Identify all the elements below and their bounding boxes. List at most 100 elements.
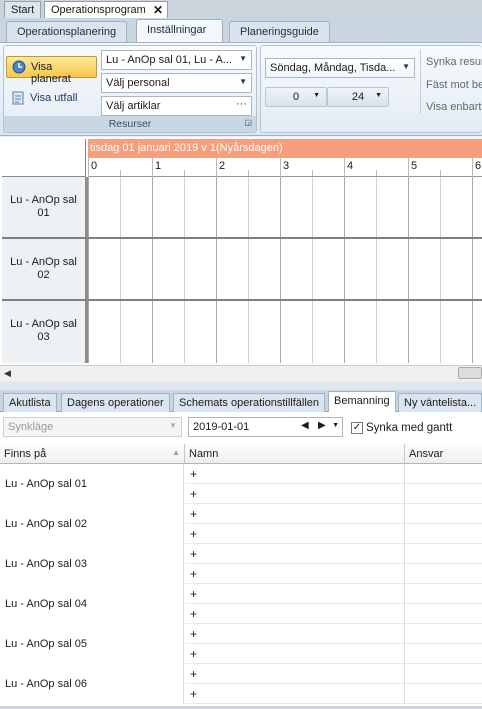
add-row-button[interactable]: + xyxy=(185,564,405,584)
to-hour-select[interactable]: 24 ▼ xyxy=(327,87,389,107)
tab-operationsplanering-label: Operationsplanering xyxy=(17,26,117,38)
close-icon[interactable]: ✕ xyxy=(153,3,163,17)
visa-utfall-button[interactable]: Visa utfall xyxy=(6,88,97,110)
table-row-group[interactable]: Lu - AnOp sal 04 + + xyxy=(0,584,482,624)
gantt-resource-row[interactable]: Lu - AnOp sal 02 xyxy=(2,239,88,301)
column-header-ansvar[interactable]: Ansvar xyxy=(405,444,482,464)
add-row-button[interactable]: + xyxy=(185,584,405,604)
add-row-button[interactable]: + xyxy=(185,464,405,484)
table-row-group[interactable]: Lu - AnOp sal 06 + + xyxy=(0,664,482,704)
table-row-group[interactable]: Lu - AnOp sal 02 + + xyxy=(0,504,482,544)
tab-installningar[interactable]: Inställningar xyxy=(136,19,223,43)
resource-label: Lu - AnOp sal xyxy=(10,194,77,206)
ansvar-cell[interactable] xyxy=(405,524,482,544)
ellipsis-icon[interactable]: ··· xyxy=(236,98,247,110)
date-value: 2019-01-01 xyxy=(193,421,250,433)
add-row-button[interactable]: + xyxy=(185,624,405,644)
synka-resurser-label[interactable]: Synka resur xyxy=(426,56,482,68)
gantt-resource-row[interactable]: Lu - AnOp sal 03 xyxy=(2,301,88,363)
column-header-namn[interactable]: Namn xyxy=(185,444,405,464)
scrollbar-thumb[interactable] xyxy=(458,367,482,379)
ansvar-cell[interactable] xyxy=(405,664,482,684)
group-name: Lu - AnOp sal 02 xyxy=(0,504,184,544)
group-name: Lu - AnOp sal 05 xyxy=(0,624,184,664)
resource-select-value: Lu - AnOp sal 01, Lu - A... xyxy=(106,54,232,66)
hour-label: 1 xyxy=(155,160,162,172)
add-row-button[interactable]: + xyxy=(185,484,405,504)
tab-schemats-operationstillfallen[interactable]: Schemats operationstillfällen xyxy=(173,393,326,412)
checkbox-icon[interactable]: ✓ xyxy=(351,422,363,434)
resource-number: 03 xyxy=(37,331,50,343)
add-row-button[interactable]: + xyxy=(185,684,405,704)
from-hour-select[interactable]: 0 ▼ xyxy=(265,87,327,107)
tab-operationsprogram[interactable]: Operationsprogram ✕ xyxy=(44,1,168,18)
ansvar-cell[interactable] xyxy=(405,544,482,564)
visa-planerat-button[interactable]: Visa planerat xyxy=(6,56,97,85)
resource-select[interactable]: Lu - AnOp sal 01, Lu - A... ▼ xyxy=(101,50,252,70)
tab-planeringsguide[interactable]: Planeringsguide xyxy=(229,21,330,42)
tab-installningar-label: Inställningar xyxy=(147,24,207,36)
from-hour-value: 0 xyxy=(292,91,300,103)
group-name: Lu - AnOp sal 01 xyxy=(0,464,184,504)
ribbon-group-label: Resurser ◲ xyxy=(4,116,256,132)
ansvar-cell[interactable] xyxy=(405,484,482,504)
ansvar-cell[interactable] xyxy=(405,464,482,484)
tab-operationsplanering[interactable]: Operationsplanering xyxy=(6,21,128,42)
resource-number: 01 xyxy=(37,207,50,219)
ansvar-cell[interactable] xyxy=(405,564,482,584)
ansvar-cell[interactable] xyxy=(405,684,482,704)
gantt-date-label: tisdag 01 januari 2019 v 1(Nyårsdagen) xyxy=(90,142,283,154)
scroll-left-icon[interactable]: ◀ xyxy=(4,368,11,379)
table-row-group[interactable]: Lu - AnOp sal 01 + + xyxy=(0,464,482,504)
gantt-resource-row[interactable]: Lu - AnOp sal 01 xyxy=(2,177,88,239)
ansvar-cell[interactable] xyxy=(405,624,482,644)
calendar-prev-icon[interactable]: ◀ xyxy=(301,420,309,431)
gantt-grid[interactable] xyxy=(88,177,482,363)
horizontal-scrollbar[interactable] xyxy=(0,365,482,381)
add-row-button[interactable]: + xyxy=(185,504,405,524)
add-row-button[interactable]: + xyxy=(185,664,405,684)
tab-schemats-label: Schemats operationstillfällen xyxy=(179,397,320,409)
gantt-hour-header: 0 1 2 3 4 5 6 xyxy=(88,158,482,177)
ansvar-cell[interactable] xyxy=(405,644,482,664)
add-row-button[interactable]: + xyxy=(185,544,405,564)
tab-start[interactable]: Start xyxy=(4,1,42,18)
personal-select[interactable]: Välj personal ▼ xyxy=(101,73,252,93)
group-name: Lu - AnOp sal 04 xyxy=(0,584,184,624)
dropdown-arrow-icon[interactable]: ▼ xyxy=(332,422,339,429)
sync-mode-select[interactable]: Synkläge ▼ xyxy=(3,417,182,437)
visa-enbart-label[interactable]: Visa enbart xyxy=(426,101,481,113)
group-name: Lu - AnOp sal 06 xyxy=(0,664,184,704)
dialog-launcher-icon[interactable]: ◲ xyxy=(244,118,252,127)
resource-label: Lu - AnOp sal xyxy=(10,318,77,330)
tab-akutlista[interactable]: Akutlista xyxy=(3,393,57,412)
column-header-finns-pa[interactable]: Finns på ▲ xyxy=(0,444,185,464)
ansvar-cell[interactable] xyxy=(405,504,482,524)
column-header-label: Ansvar xyxy=(409,448,444,460)
tab-bemanning[interactable]: Bemanning xyxy=(328,391,396,413)
hour-label: 5 xyxy=(411,160,418,172)
add-row-button[interactable]: + xyxy=(185,644,405,664)
ansvar-cell[interactable] xyxy=(405,604,482,624)
group-name: Lu - AnOp sal 03 xyxy=(0,544,184,584)
fast-mot-label[interactable]: Fäst mot be xyxy=(426,79,482,91)
bemanning-toolbar: Synkläge ▼ 2019-01-01 ◀ ▶ ▼ ✓ Synka med … xyxy=(0,412,482,444)
days-select[interactable]: Söndag, Måndag, Tisda... ▼ xyxy=(265,58,415,78)
calendar-next-icon[interactable]: ▶ xyxy=(318,420,326,431)
table-row-group[interactable]: Lu - AnOp sal 03 + + xyxy=(0,544,482,584)
table-row-group[interactable]: Lu - AnOp sal 05 + + xyxy=(0,624,482,664)
resource-number: 02 xyxy=(37,269,50,281)
bottom-tab-bar: Akutlista Dagens operationer Schemats op… xyxy=(0,390,482,413)
tab-dagens-operationer-label: Dagens operationer xyxy=(67,397,164,409)
tab-ny-vantelista[interactable]: Ny väntelista... xyxy=(398,393,482,412)
add-row-button[interactable]: + xyxy=(185,604,405,624)
gantt-corner xyxy=(2,139,86,177)
ansvar-cell[interactable] xyxy=(405,584,482,604)
sync-gantt-label[interactable]: Synka med gantt xyxy=(366,422,452,434)
splitter[interactable] xyxy=(0,382,482,390)
add-row-button[interactable]: + xyxy=(185,524,405,544)
date-picker[interactable]: 2019-01-01 ◀ ▶ ▼ xyxy=(188,417,343,437)
document-icon xyxy=(12,91,24,105)
artiklar-select[interactable]: Välj artiklar ··· xyxy=(101,96,252,116)
tab-dagens-operationer[interactable]: Dagens operationer xyxy=(61,393,170,412)
